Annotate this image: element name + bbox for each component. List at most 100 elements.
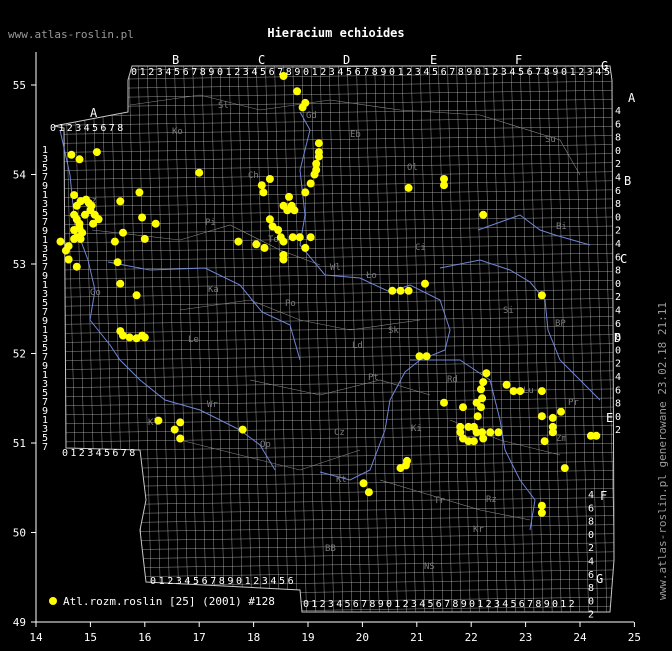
grid-digit: 2 (253, 576, 259, 587)
occurrence-point (306, 179, 315, 188)
occurrence-point (482, 369, 491, 378)
grid-digit: 9 (461, 599, 467, 610)
x-tick-label: 25 (628, 631, 641, 644)
grid-digit: 1 (245, 576, 251, 587)
occurrence-point (176, 434, 185, 443)
occurrence-point (279, 72, 288, 80)
grid-digit: 3 (243, 67, 249, 78)
occurrence-point (56, 237, 65, 246)
occurrence-point (422, 352, 431, 361)
grid-digit: 0 (552, 599, 558, 610)
x-tick-label: 16 (138, 631, 151, 644)
grid-digit: 2 (148, 67, 154, 78)
grid-digit: 8 (200, 67, 206, 78)
occurrence-point (421, 279, 429, 288)
grid-digit: 1 (477, 599, 483, 610)
occurrence-point (293, 87, 302, 96)
grid-digit: 7 (449, 67, 455, 78)
grid-digit: 8 (615, 266, 621, 277)
grid-digit: 5 (511, 599, 517, 610)
legend-label: Atl.rozm.roslin [25] (2001) #128 (63, 595, 275, 608)
grid-digit: 9 (294, 67, 300, 78)
grid-digit: 2 (615, 159, 621, 170)
occurrence-point (560, 464, 569, 473)
region-label: Kr (473, 525, 484, 535)
occurrence-point (61, 246, 70, 255)
grid-letter-top: A (90, 106, 98, 120)
grid-digit: 1 (311, 599, 317, 610)
grid-digit: 5 (104, 448, 110, 459)
site-url-label: www.atlas-roslin.pl (8, 28, 134, 41)
grid-letter-right: E (606, 411, 613, 425)
occurrence-point (170, 425, 179, 434)
occurrence-point (404, 286, 413, 295)
region-label: Le (188, 335, 199, 345)
grid-digit: 2 (406, 67, 412, 78)
distribution-map: www.atlas-roslin.pl Hieracium echioides … (0, 0, 672, 651)
y-tick-label: 52 (13, 348, 26, 361)
region-label: Wl (330, 263, 341, 273)
grid-digit: 8 (452, 599, 458, 610)
grid-digit: 2 (320, 67, 326, 78)
occurrence-point (259, 188, 268, 197)
grid-digit: 2 (67, 123, 73, 134)
region-label: Bi (556, 222, 567, 232)
grid-digit: 9 (208, 67, 214, 78)
occurrence-point (274, 226, 283, 234)
region-label: Kt (336, 475, 347, 485)
grid-digit: 4 (270, 576, 276, 587)
occurrence-point (477, 385, 485, 394)
grid-digit: 7 (527, 599, 533, 610)
grid-digit: 2 (588, 610, 594, 621)
occurrence-point (116, 279, 125, 288)
grid-digit: 6 (441, 67, 447, 78)
region-label: Sl (218, 101, 229, 111)
grid-letter-top: C (258, 53, 265, 67)
grid-digit: 5 (92, 123, 98, 134)
grid-digit: 7 (42, 442, 48, 453)
region-label: Pt (368, 373, 379, 383)
y-tick-label: 54 (13, 169, 27, 182)
grid-digit: 6 (355, 67, 361, 78)
grid-digit: 5 (174, 67, 180, 78)
occurrence-point (113, 258, 122, 267)
grid-digit: 8 (588, 583, 594, 594)
grid-digit: 8 (372, 67, 378, 78)
grid-digit: 1 (394, 599, 400, 610)
grid-letter-right: B (624, 174, 631, 188)
grid-digit: 2 (578, 67, 584, 78)
occurrence-point (469, 437, 478, 446)
region-label: Pi (205, 218, 216, 228)
grid-digit: 0 (615, 345, 621, 356)
grid-digit: 3 (411, 599, 417, 610)
region-label: Rd (447, 375, 458, 385)
occurrence-point (312, 159, 321, 168)
occurrence-point (116, 197, 125, 206)
occurrence-point (537, 387, 546, 396)
grid-digit: 7 (361, 599, 367, 610)
grid-digit: 0 (615, 146, 621, 157)
occurrence-point (364, 488, 373, 497)
region-label: Ko (172, 127, 183, 137)
grid-digit: 1 (70, 448, 76, 459)
grid-digit: 6 (615, 319, 621, 330)
grid-digit: 4 (615, 173, 621, 184)
grid-digit: 0 (475, 67, 481, 78)
grid-digit: 4 (509, 67, 515, 78)
grid-digit: 7 (191, 67, 197, 78)
occurrence-point (290, 206, 299, 215)
grid-digit: 0 (150, 576, 156, 587)
grid-digit: 8 (544, 67, 550, 78)
grid-digit: 1 (570, 67, 576, 78)
grid-digit: 4 (588, 557, 594, 568)
region-label: Gd (306, 111, 317, 121)
grid-digit: 9 (466, 67, 472, 78)
occurrence-point (110, 237, 119, 246)
grid-digit: 6 (100, 123, 106, 134)
grid-digit: 0 (217, 67, 223, 78)
region-label: Zm (556, 434, 567, 444)
grid-digit: 8 (535, 599, 541, 610)
grid-digit: 4 (184, 576, 190, 587)
grid-digit: 9 (378, 599, 384, 610)
occurrence-point (154, 416, 163, 425)
